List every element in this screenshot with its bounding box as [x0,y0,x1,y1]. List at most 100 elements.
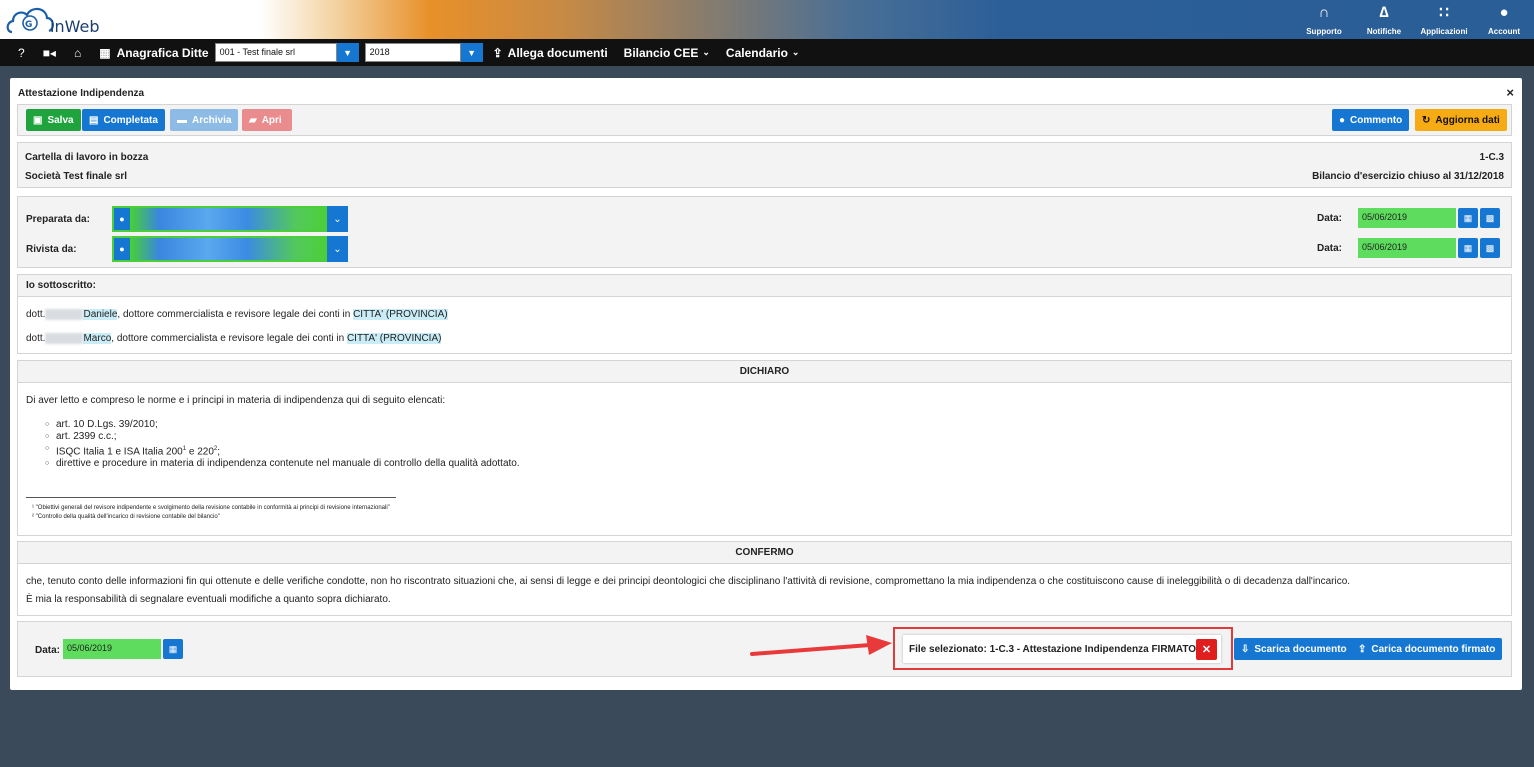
help-icon[interactable]: ? [18,46,25,60]
dichiaro-intro: Di aver letto e compreso le norme e i pr… [26,395,446,406]
folder-open-icon: ▰ [249,114,257,126]
attestazione-panel: Attestazione Indipendenza × ▣ Salva ▤ Comp… [10,78,1522,690]
footnote-divider [26,497,396,499]
confermo-paragraph: che, tenuto conto delle informazioni fin… [26,576,1351,587]
video-icon[interactable]: ■◂ [43,46,56,60]
confermo-paragraph: È mia la responsabilità di segnalare eve… [26,594,391,605]
chevron-down-icon: ⌄ [791,47,800,57]
year-select[interactable]: 2018 ▼ [364,43,483,62]
headset-icon: ∩ [1318,4,1330,21]
norms-list: art. 10 D.Lgs. 39/2010; art. 2399 c.c.; … [26,419,1503,470]
data-label: Data: [35,645,61,656]
account-menu[interactable]: ● Account [1474,0,1534,39]
document-code: 1-C.3 [1479,152,1504,163]
dichiaro-section: DICHIARO Di aver letto e compreso le nor… [17,360,1512,536]
upload-icon: ⇪ [1358,643,1367,655]
user-icon: ● [112,206,130,232]
chevron-down-icon: ⌄ [327,236,348,262]
calendar-today-icon[interactable]: ▩ [1480,238,1500,258]
file-selected-highlight: File selezionato: 1-C.3 - Attestazione I… [893,627,1233,670]
svg-text:G: G [25,20,32,30]
upload-icon: ⇪ [492,45,503,60]
save-button[interactable]: ▣ Salva [26,109,81,131]
nav-anagrafica-ditte[interactable]: ▦ Anagrafica Ditte [99,46,208,60]
section-heading: CONFERMO [735,547,794,558]
calendar-icon[interactable]: ▦ [163,639,183,659]
nav-allega-documenti[interactable]: ⇪ Allega documenti [493,46,608,60]
main-navbar: ? ■◂ ⌂ ▦ Anagrafica Ditte 001 - Test fina… [0,39,1534,66]
user-icon: ● [112,236,130,262]
brand-name: inWeb [50,17,100,36]
confermo-section: CONFERMO che, tenuto conto delle informa… [17,541,1512,616]
calendar-today-icon[interactable]: ▩ [1480,208,1500,228]
preparata-date-input[interactable]: 05/06/2019 [1358,208,1456,228]
nav-bilancio-cee[interactable]: Bilancio CEE ⌄ [624,46,710,60]
notifications-menu[interactable]: ∆ Notifiche [1354,0,1414,39]
signer-city: CITTA' (PROVINCIA) [353,309,448,321]
user-circle-icon: ● [1499,4,1509,21]
toolbar: ▣ Salva ▤ Completata ▬ Archivia ▰ Apri ● Comm… [17,104,1512,136]
signer-name: Marco [83,333,112,345]
rivista-date[interactable]: 05/06/2019 ▦ ▩ [1358,238,1500,258]
signer-city: CITTA' (PROVINCIA) [346,333,442,345]
company-name: Società Test finale srl [25,171,128,182]
comment-icon: ● [1339,114,1346,126]
chevron-down-icon: ▼ [460,43,483,62]
close-icon[interactable]: × [1506,85,1514,100]
list-item: ISQC Italia 1 e ISA Italia 2001 e 2202; [26,443,1503,458]
chevron-down-icon: ⌄ [702,47,710,57]
company-select[interactable]: 001 - Test finale srl ▼ [214,43,359,62]
status-text: Cartella di lavoro in bozza [25,152,149,163]
section-heading: Io sottoscritto: [26,280,96,291]
signer-name: Daniele [83,309,118,321]
grid-icon: ∷ [1439,4,1449,21]
preparata-label: Preparata da: [26,214,90,225]
sottoscritto-section: Io sottoscritto: dott. Daniele, dottore c… [17,274,1512,354]
signatures-box: Preparata da: ● ⌄ Data: 05/06/2019 ▦ ▩ R… [17,196,1512,268]
footer-date[interactable]: 05/06/2019 ▦ [63,639,183,659]
archivia-button[interactable]: ▬ Archivia [170,109,238,131]
list-item: art. 10 D.Lgs. 39/2010; [26,419,1503,431]
building-icon: ▦ [99,45,111,60]
footnote-2: ² "Controllo della qualità dell'incarico… [32,514,220,521]
panel-title: Attestazione Indipendenza [18,88,145,99]
data-label: Data: [1317,243,1343,254]
refresh-icon: ↻ [1422,114,1431,126]
annotation-arrow-icon [750,635,892,656]
fiscal-period: Bilancio d'esercizio chiuso al 31/12/201… [1312,171,1504,182]
commento-button[interactable]: ● Commento [1332,109,1410,131]
info-box: Cartella di lavoro in bozza 1-C.3 Societ… [17,142,1512,188]
apri-button[interactable]: ▰ Apri [242,109,292,131]
nav-calendario[interactable]: Calendario ⌄ [726,46,800,60]
remove-file-icon[interactable]: ✕ [1196,639,1217,660]
preparata-date[interactable]: 05/06/2019 ▦ ▩ [1358,208,1500,228]
aggiorna-dati-button[interactable]: ↻ Aggiorna dati [1415,109,1507,131]
download-icon: ⇩ [1241,643,1250,655]
home-icon[interactable]: ⌂ [74,46,81,60]
bell-icon: ∆ [1379,4,1389,21]
list-item: art. 2399 c.c.; [26,431,1503,443]
calendar-icon[interactable]: ▦ [1458,208,1478,228]
chevron-down-icon: ▼ [336,43,359,62]
signer-row: dott. Marco, dottore commercialista e rev… [26,333,442,345]
rivista-select[interactable]: ● ⌄ [112,236,348,262]
archive-icon: ▬ [177,114,187,126]
rivista-date-input[interactable]: 05/06/2019 [1358,238,1456,258]
footnote-1: ¹ "Obiettivi generali del revisore indip… [32,505,390,512]
support-menu[interactable]: ∩ Supporto [1294,0,1354,39]
section-heading: DICHIARO [739,366,790,377]
preparata-select[interactable]: ● ⌄ [112,206,348,232]
signer-row: dott. Daniele, dottore commercialista e r… [26,309,448,321]
footer-date-input[interactable]: 05/06/2019 [63,639,161,659]
floppy-icon: ▣ [33,114,43,126]
data-label: Data: [1317,213,1343,224]
clipboard-check-icon: ▤ [89,114,99,126]
scarica-documento-button[interactable]: ⇩ Scarica documento [1234,638,1354,660]
completata-button[interactable]: ▤ Completata [82,109,165,131]
apps-menu[interactable]: ∷ Applicazioni [1414,0,1474,39]
list-item: direttive e procedure in materia di indi… [26,458,1503,470]
calendar-icon[interactable]: ▦ [1458,238,1478,258]
carica-documento-button[interactable]: ⇪ Carica documento firmato [1351,638,1503,660]
chevron-down-icon: ⌄ [327,206,348,232]
file-selected-label: File selezionato: 1-C.3 - Attestazione I… [903,635,1221,663]
